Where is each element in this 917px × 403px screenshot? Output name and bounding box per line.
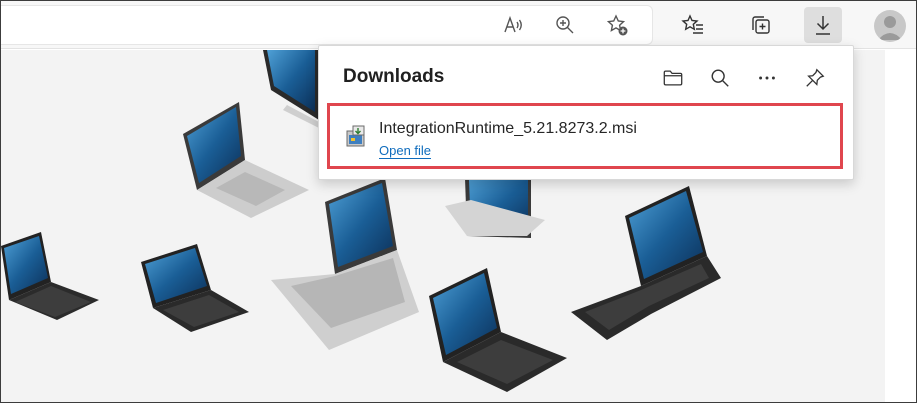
- laptop-image: [571, 186, 721, 340]
- download-item[interactable]: IntegrationRuntime_5.21.8273.2.msi Open …: [327, 103, 843, 169]
- read-aloud-icon[interactable]: [494, 7, 532, 43]
- open-folder-icon[interactable]: [659, 64, 687, 92]
- download-file-name[interactable]: IntegrationRuntime_5.21.8273.2.msi: [379, 120, 637, 138]
- browser-window: Downloads IntegrationRuntime_5.21.8273.2…: [0, 0, 917, 403]
- downloads-icon[interactable]: [804, 7, 842, 43]
- favorites-icon[interactable]: [674, 7, 712, 43]
- laptop-image: [141, 244, 249, 332]
- more-options-icon[interactable]: [753, 64, 781, 92]
- downloads-flyout: Downloads IntegrationRuntime_5.21.8273.2…: [318, 45, 854, 180]
- page-margin: [885, 50, 916, 402]
- downloads-title: Downloads: [343, 66, 445, 87]
- laptop-image: [1, 232, 99, 320]
- laptop-image: [183, 102, 309, 218]
- msi-installer-icon: [346, 125, 365, 147]
- laptop-image: [271, 178, 419, 350]
- zoom-icon[interactable]: [546, 7, 584, 43]
- browser-toolbar: [1, 1, 916, 49]
- add-favorite-icon[interactable]: [598, 7, 636, 43]
- profile-icon[interactable]: [874, 10, 906, 42]
- pin-icon[interactable]: [801, 64, 829, 92]
- laptop-image: [263, 50, 319, 128]
- open-file-link[interactable]: Open file: [379, 143, 432, 159]
- laptop-image: [429, 268, 567, 392]
- search-icon[interactable]: [706, 64, 734, 92]
- laptop-image: [445, 176, 545, 238]
- collections-icon[interactable]: [741, 7, 779, 43]
